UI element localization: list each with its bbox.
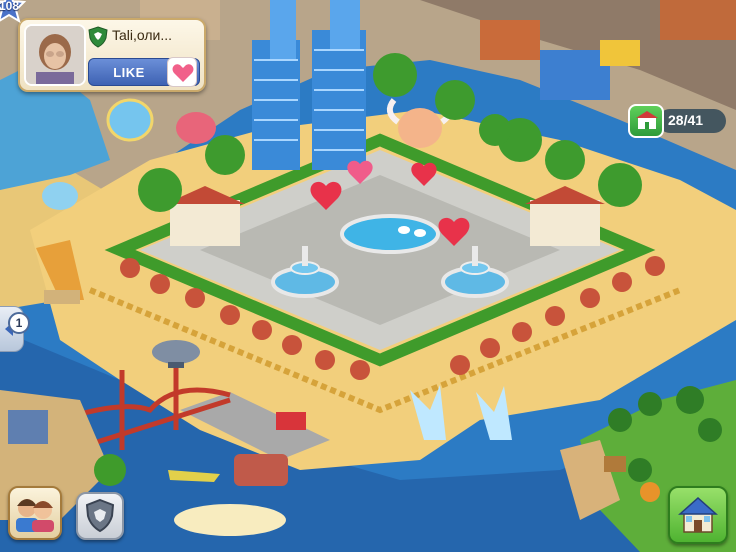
population-pill: 28/41 (658, 109, 726, 133)
defense-shield-icon (85, 498, 115, 533)
player-profile-card[interactable]: Tali,оли... LIKE (18, 18, 206, 92)
player-level: 108 (0, 0, 20, 13)
like-button-label: LIKE (113, 65, 145, 80)
defense-button[interactable] (76, 492, 124, 540)
like-button[interactable]: LIKE (88, 57, 200, 87)
build-button[interactable] (668, 486, 728, 544)
side-panel-badge: 1 (8, 312, 30, 334)
friends-icon (16, 499, 54, 532)
build-house-icon (678, 496, 718, 533)
friends-button[interactable] (8, 486, 62, 540)
population-text: 28/41 (668, 112, 704, 128)
player-avatar (24, 24, 86, 86)
shield-icon (88, 26, 108, 48)
population-icon (628, 104, 664, 138)
population-counter[interactable]: 28/41 (628, 104, 728, 138)
player-name: Tali,оли... (112, 27, 173, 43)
heart-icon (167, 57, 197, 87)
player-level-badge: 108 (0, 0, 36, 24)
